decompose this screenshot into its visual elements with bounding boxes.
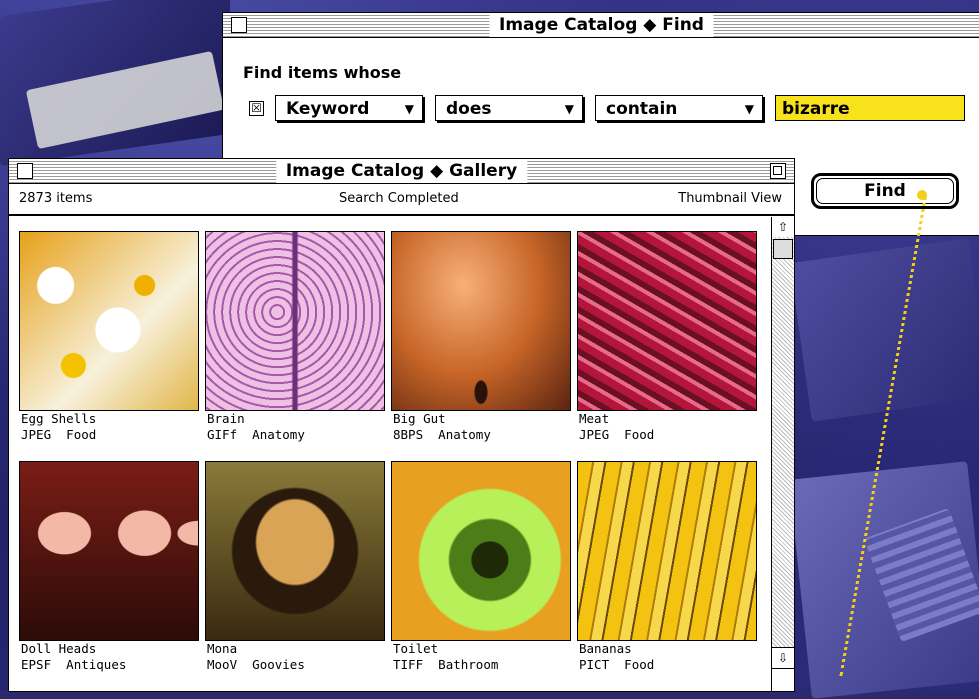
item-count: 2873 items — [19, 191, 93, 206]
scroll-track[interactable] — [772, 237, 794, 647]
thumbnail-image[interactable] — [391, 231, 571, 411]
gallery-window-title: Image Catalog ◆ Gallery — [275, 159, 528, 183]
item-name: Mona — [207, 641, 238, 656]
item-category: Food — [66, 427, 97, 442]
item-format: MooV — [207, 657, 238, 672]
thumbnail-image[interactable] — [205, 461, 385, 641]
item-category: Food — [624, 427, 655, 442]
relation-popup[interactable]: contain ▼ — [595, 95, 763, 121]
item-meta: PICT Food — [579, 657, 757, 673]
thumbnail-image[interactable] — [391, 461, 571, 641]
gallery-window: Image Catalog ◆ Gallery 2873 items Searc… — [8, 158, 795, 692]
item-meta: TIFF Bathroom — [393, 657, 571, 673]
operator-popup[interactable]: does ▼ — [435, 95, 583, 121]
item-category: Antiques — [66, 657, 127, 672]
scroll-thumb[interactable] — [773, 239, 793, 259]
item-format: JPEG — [579, 427, 610, 442]
operator-popup-label: does — [446, 99, 492, 119]
gallery-item[interactable]: Big Gut 8BPS Anatomy — [391, 231, 571, 443]
thumbnail-image[interactable] — [577, 231, 757, 411]
thumbnail-image[interactable] — [577, 461, 757, 641]
find-window-titlebar[interactable]: Image Catalog ◆ Find — [223, 13, 979, 38]
item-meta: JPEG Food — [21, 427, 199, 443]
vertical-scrollbar[interactable]: ⇧ ⇩ — [771, 217, 794, 691]
item-meta: JPEG Food — [579, 427, 757, 443]
item-meta: EPSF Antiques — [21, 657, 199, 673]
popup-arrow-icon: ▼ — [404, 102, 414, 116]
item-category: Bathroom — [438, 657, 499, 672]
gallery-window-titlebar[interactable]: Image Catalog ◆ Gallery — [9, 159, 794, 184]
scroll-down-arrow-icon[interactable]: ⇩ — [772, 647, 794, 669]
thumbnail-grid: Egg Shells JPEG Food Brain GIFf Anatomy … — [9, 217, 769, 691]
field-popup-label: Keyword — [286, 99, 370, 119]
item-format: EPSF — [21, 657, 52, 672]
gallery-item[interactable]: Mona MooV Goovies — [205, 461, 385, 673]
item-format: GIFf — [207, 427, 238, 442]
checkbox-icon[interactable]: ☒ — [249, 101, 264, 116]
close-box-icon[interactable] — [17, 163, 33, 179]
item-meta: MooV Goovies — [207, 657, 385, 673]
thumbnail-image[interactable] — [19, 231, 199, 411]
gallery-item[interactable]: Toilet TIFF Bathroom — [391, 461, 571, 673]
field-popup[interactable]: Keyword ▼ — [275, 95, 423, 121]
item-category: Anatomy — [252, 427, 305, 442]
scroll-up-arrow-icon[interactable]: ⇧ — [772, 217, 794, 238]
gallery-status-bar: 2873 items Search Completed Thumbnail Vi… — [9, 184, 794, 216]
item-name: Meat — [579, 411, 610, 426]
gallery-item[interactable]: Brain GIFf Anatomy — [205, 231, 385, 443]
item-meta: 8BPS Anatomy — [393, 427, 571, 443]
gallery-item[interactable]: Meat JPEG Food — [577, 231, 757, 443]
item-format: TIFF — [393, 657, 424, 672]
item-name: Doll Heads — [21, 641, 97, 656]
item-format: PICT — [579, 657, 610, 672]
item-name: Bananas — [579, 641, 632, 656]
thumbnail-image[interactable] — [19, 461, 199, 641]
item-format: 8BPS — [393, 427, 424, 442]
gallery-item[interactable]: Doll Heads EPSF Antiques — [19, 461, 199, 673]
find-heading: Find items whose — [243, 63, 402, 82]
search-status: Search Completed — [339, 191, 459, 206]
popup-arrow-icon: ▼ — [744, 102, 754, 116]
gallery-item[interactable]: Egg Shells JPEG Food — [19, 231, 199, 443]
item-name: Toilet — [393, 641, 439, 656]
keyword-input[interactable]: bizarre — [775, 95, 965, 121]
relation-popup-label: contain — [606, 99, 678, 119]
item-category: Goovies — [252, 657, 305, 672]
item-category: Anatomy — [438, 427, 491, 442]
find-window-title: Image Catalog ◆ Find — [489, 13, 714, 37]
zoom-box-icon[interactable] — [770, 163, 786, 179]
popup-arrow-icon: ▼ — [564, 102, 574, 116]
item-category: Food — [624, 657, 655, 672]
view-mode[interactable]: Thumbnail View — [678, 184, 782, 214]
item-format: JPEG — [21, 427, 52, 442]
item-name: Brain — [207, 411, 245, 426]
gallery-item[interactable]: Bananas PICT Food — [577, 461, 757, 673]
item-name: Egg Shells — [21, 411, 97, 426]
close-box-icon[interactable] — [231, 17, 247, 33]
thumbnail-image[interactable] — [205, 231, 385, 411]
item-meta: GIFf Anatomy — [207, 427, 385, 443]
item-name: Big Gut — [393, 411, 446, 426]
